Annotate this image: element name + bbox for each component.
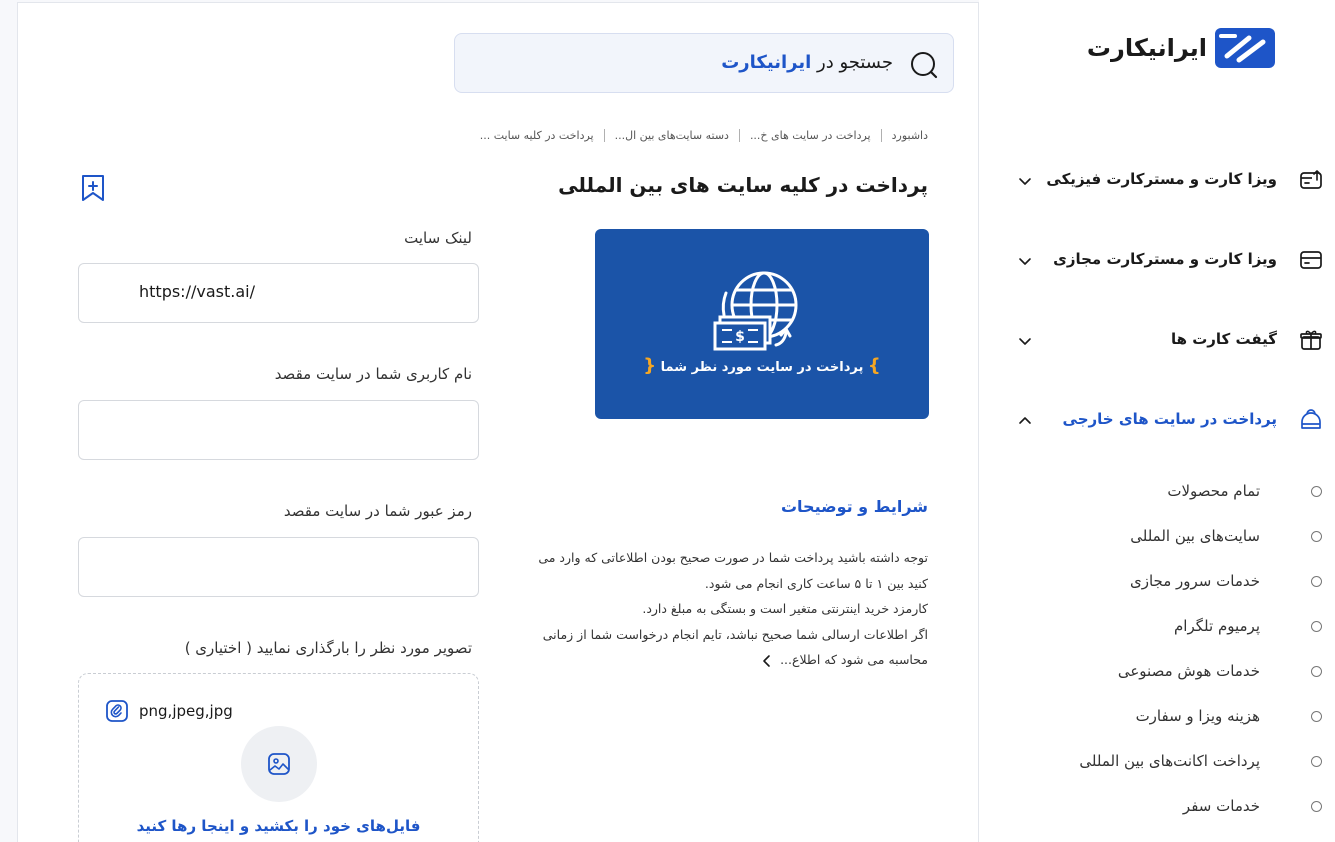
breadcrumb-item-current: پرداخت در کلیه سایت ... <box>479 129 594 142</box>
banner-brace-left: { <box>643 355 657 376</box>
search-icon <box>911 52 938 79</box>
sidebar-item-label: پرداخت در سایت های خارجی <box>1062 410 1277 428</box>
sidebar-subitem-label: هزینه ویزا و سفارت <box>1135 707 1260 725</box>
chevron-down-icon[interactable] <box>1017 173 1033 189</box>
chevron-down-icon[interactable] <box>1017 333 1033 349</box>
sidebar-subitem-telegram-premium[interactable]: پرمیوم تلگرام <box>979 612 1335 642</box>
sidebar-subitem-label: پرداخت اکانت‌های بین المللی <box>1079 752 1260 770</box>
main-panel: جستجو در ایرانیکارت داشبورد پرداخت در سا… <box>17 2 979 842</box>
terms-text: توجه داشته باشید پرداخت شما در صورت صحیح… <box>508 545 928 673</box>
terms-line-last: محاسبه می شود که اطلاع... <box>508 647 928 673</box>
radio-dot <box>1311 621 1322 632</box>
sidebar-item-gift-cards[interactable]: گیفت کارت ها <box>979 320 1335 360</box>
sidebar-item-label: گیفت کارت ها <box>1170 330 1277 348</box>
sidebar-subitem-travel-services[interactable]: خدمات سفر <box>979 792 1335 822</box>
radio-dot <box>1311 711 1322 722</box>
radio-dot <box>1311 486 1322 497</box>
logo-text: ایرانیکارت <box>1086 34 1208 62</box>
page: جستجو در ایرانیکارت داشبورد پرداخت در سا… <box>0 0 1335 842</box>
svg-text:$: $ <box>735 329 745 345</box>
username-label: نام کاربری شما در سایت مقصد <box>274 365 472 383</box>
search-brand: ایرانیکارت <box>721 52 812 73</box>
radio-dot <box>1311 801 1322 812</box>
site-link-input[interactable]: https://vast.ai/ <box>78 263 479 323</box>
radio-dot <box>1311 576 1322 587</box>
radio-dot <box>1311 666 1322 677</box>
chevron-up-icon[interactable] <box>1017 413 1033 429</box>
banner-brace-right: } <box>867 355 881 376</box>
breadcrumb-separator <box>880 129 882 142</box>
sidebar-item-foreign-payment[interactable]: پرداخت در سایت های خارجی <box>979 400 1335 440</box>
sidebar-item-virtual-cards[interactable]: ویزا کارت و مسترکارت مجازی <box>979 240 1335 280</box>
breadcrumb-separator <box>738 129 740 142</box>
card-export-icon <box>1300 170 1322 189</box>
upload-formats: png,jpeg,jpg <box>139 702 233 720</box>
sidebar-subitem-label: خدمات سرور مجازی <box>1129 572 1260 590</box>
terms-line: کنید بین ۱ تا ۵ ساعت کاری انجام می شود. <box>704 575 928 591</box>
sidebar-subitem-label: پرمیوم تلگرام <box>1174 617 1260 635</box>
sidebar-subitem-international-accounts[interactable]: پرداخت اکانت‌های بین المللی <box>979 747 1335 777</box>
image-icon <box>268 753 290 775</box>
upload-drop-text: فایل‌های خود را بکشید و اینجا رها کنید <box>136 817 421 835</box>
sidebar-subitem-label: خدمات هوش مصنوعی <box>1117 662 1260 680</box>
gift-icon <box>1300 330 1322 350</box>
sidebar-subitem-label: تمام محصولات <box>1167 482 1260 500</box>
sidebar-subitem-all-products[interactable]: تمام محصولات <box>979 477 1335 507</box>
terms-line: اگر اطلاعات ارسالی شما صحیح نباشد، تایم … <box>542 626 928 642</box>
sidebar-subitem-label: خدمات سفر <box>1182 797 1260 815</box>
terms-line: توجه داشته باشید پرداخت شما در صورت صحیح… <box>538 550 928 565</box>
banner-caption: } پرداخت در سایت مورد نظر شما { <box>643 355 881 376</box>
terms-title: شرایط و توضیحات <box>780 497 928 516</box>
upload-dropzone[interactable]: png,jpeg,jpg فایل‌های خود را بکشید و این… <box>78 673 479 842</box>
chevron-left-icon[interactable] <box>760 654 774 668</box>
breadcrumb-item-category[interactable]: دسته سایت‌های بین ال... <box>615 129 729 142</box>
breadcrumb-item-dashboard[interactable]: داشبورد <box>892 129 928 142</box>
attachment-icon <box>106 700 128 722</box>
bookmark-add-icon[interactable] <box>79 173 107 203</box>
breadcrumb-item-foreign-payment[interactable]: پرداخت در سایت های خ... <box>750 129 871 142</box>
site-link-value: https://vast.ai/ <box>139 282 255 301</box>
upload-image-button[interactable] <box>241 726 317 802</box>
radio-dot <box>1311 531 1322 542</box>
logo-mark-icon <box>1215 28 1275 68</box>
sidebar-subitem-vps[interactable]: خدمات سرور مجازی <box>979 567 1335 597</box>
search-bar[interactable]: جستجو در ایرانیکارت <box>454 33 954 93</box>
breadcrumb: داشبورد پرداخت در سایت های خ... دسته سای… <box>480 129 928 142</box>
search-placeholder: جستجو در ایرانیکارت <box>721 52 893 73</box>
sidebar-subitem-ai-services[interactable]: خدمات هوش مصنوعی <box>979 657 1335 687</box>
site-link-label: لینک سایت <box>404 229 472 247</box>
radio-dot <box>1311 756 1322 767</box>
credit-card-icon <box>1300 251 1322 269</box>
sidebar-item-label: ویزا کارت و مسترکارت مجازی <box>1053 250 1277 268</box>
sidebar-subitem-label: سایت‌های بین المللی <box>1130 527 1260 545</box>
product-banner: $ } پرداخت در سایت مورد نظر شما { <box>595 229 929 419</box>
password-input[interactable] <box>78 537 479 597</box>
breadcrumb-separator <box>603 129 605 142</box>
bag-icon <box>1301 409 1321 429</box>
sidebar-item-physical-cards[interactable]: ویزا کارت و مسترکارت فیزیکی <box>979 160 1335 200</box>
password-label: رمز عبور شما در سایت مقصد <box>283 502 472 520</box>
globe-payment-icon: $ <box>713 271 798 351</box>
upload-label: تصویر مورد نظر را بارگذاری نمایید ( اختی… <box>184 639 472 657</box>
terms-line: کارمزد خرید اینترنتی متغیر است و بستگی ب… <box>642 601 928 616</box>
chevron-down-icon[interactable] <box>1017 253 1033 269</box>
sidebar-subitem-international-sites[interactable]: سایت‌های بین المللی <box>979 522 1335 552</box>
sidebar: ایرانیکارت ویزا کارت و مسترکارت فیزیکی و… <box>979 0 1335 842</box>
sidebar-item-label: ویزا کارت و مسترکارت فیزیکی <box>1046 170 1277 188</box>
page-title: پرداخت در کلیه سایت های بین المللی <box>558 173 928 197</box>
username-input[interactable] <box>78 400 479 460</box>
sidebar-subitem-visa-fee[interactable]: هزینه ویزا و سفارت <box>979 702 1335 732</box>
